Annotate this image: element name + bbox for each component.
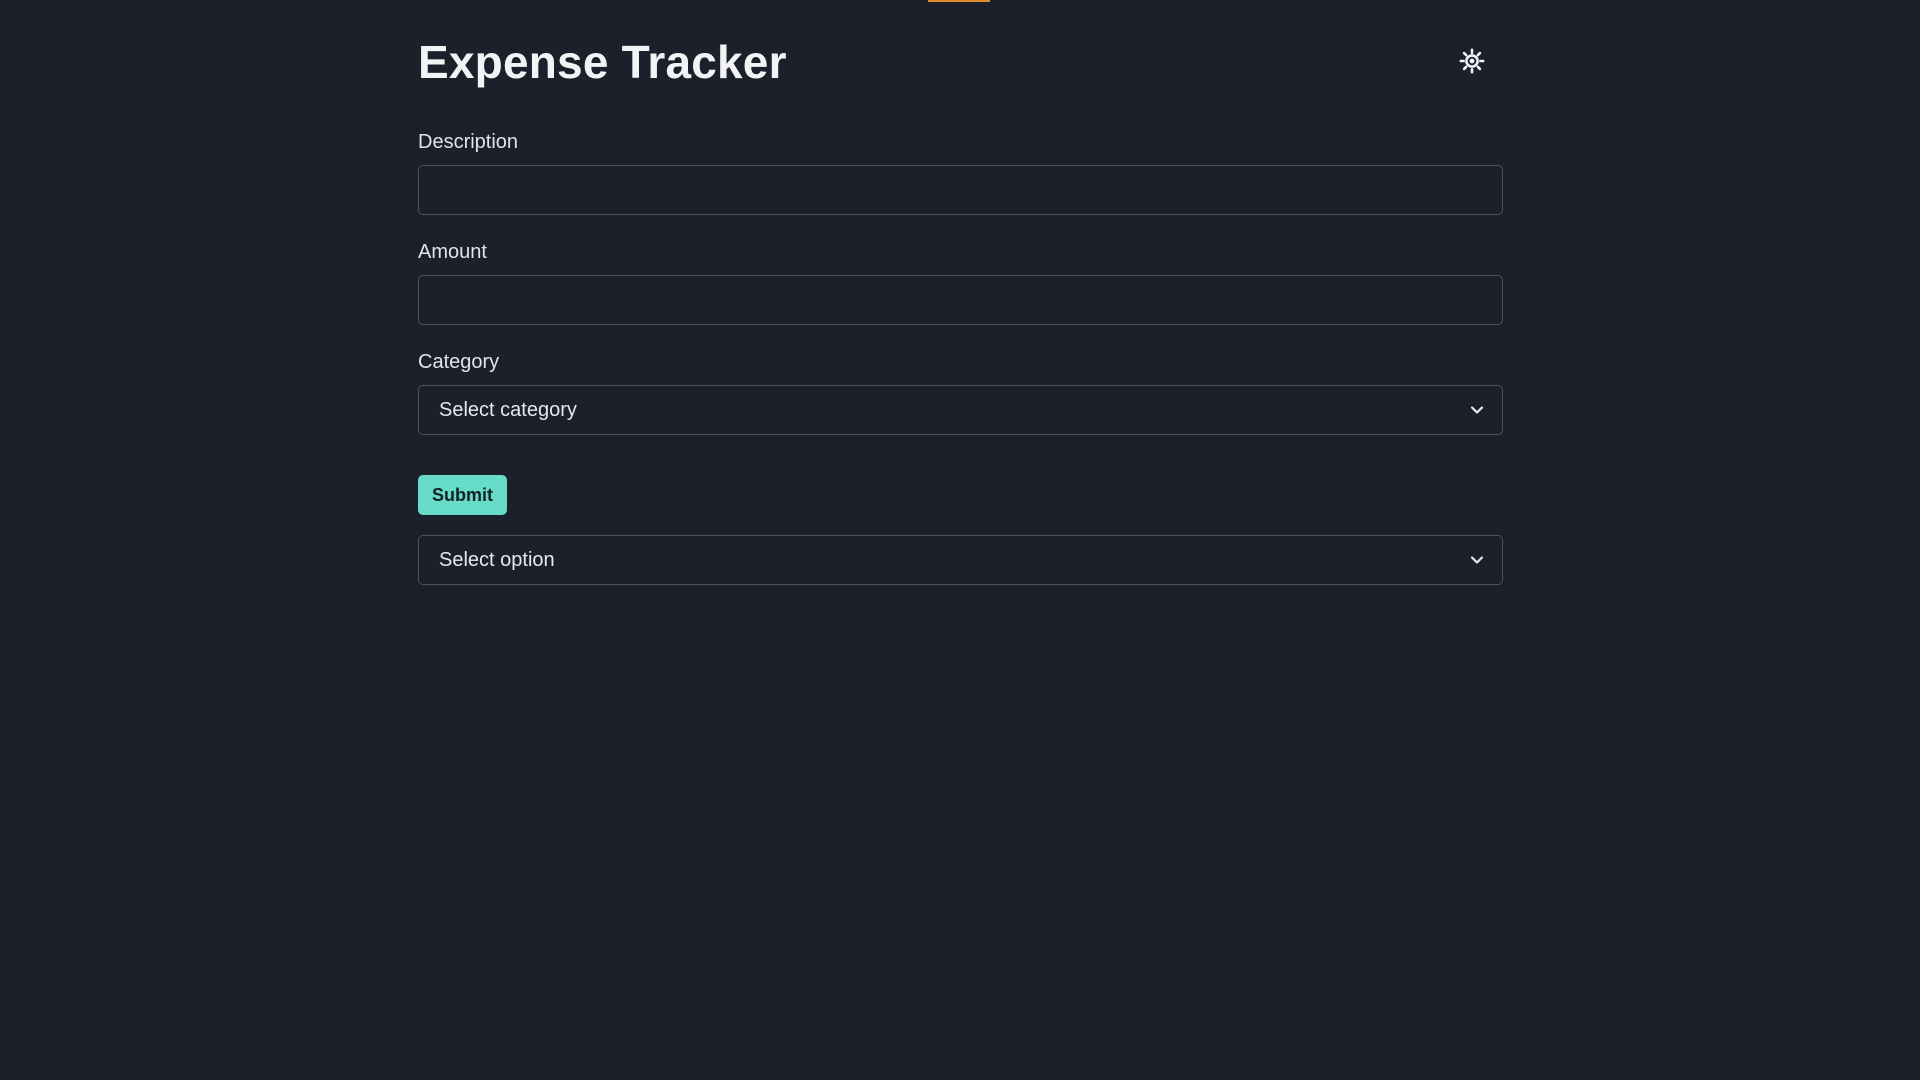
category-select-value: Select category (439, 398, 577, 421)
page-title: Expense Tracker (418, 36, 787, 88)
sun-icon (1459, 47, 1485, 77)
option-select-group: Select option (418, 535, 1503, 585)
expense-form: Description Amount Category Select categ… (418, 130, 1503, 515)
expense-tracker-app: Expense Tracker Description Amount Categ… (418, 0, 1503, 585)
description-label: Description (418, 131, 519, 153)
submit-button[interactable]: Submit (418, 475, 507, 515)
amount-label: Amount (418, 241, 487, 263)
category-select[interactable]: Select category (418, 385, 1503, 435)
category-field-group: Category Select category (418, 350, 1503, 435)
category-label: Category (418, 351, 500, 373)
theme-toggle-button[interactable] (1454, 44, 1490, 80)
amount-input[interactable] (418, 275, 1503, 325)
amount-field-group: Amount (418, 240, 1503, 325)
description-field-group: Description (418, 130, 1503, 215)
option-select-value: Select option (439, 548, 555, 571)
chevron-down-icon (1470, 406, 1484, 414)
submit-row: Submit (418, 475, 1503, 515)
option-select[interactable]: Select option (418, 535, 1503, 585)
description-input[interactable] (418, 165, 1503, 215)
chevron-down-icon (1470, 556, 1484, 564)
header: Expense Tracker (418, 0, 1503, 130)
